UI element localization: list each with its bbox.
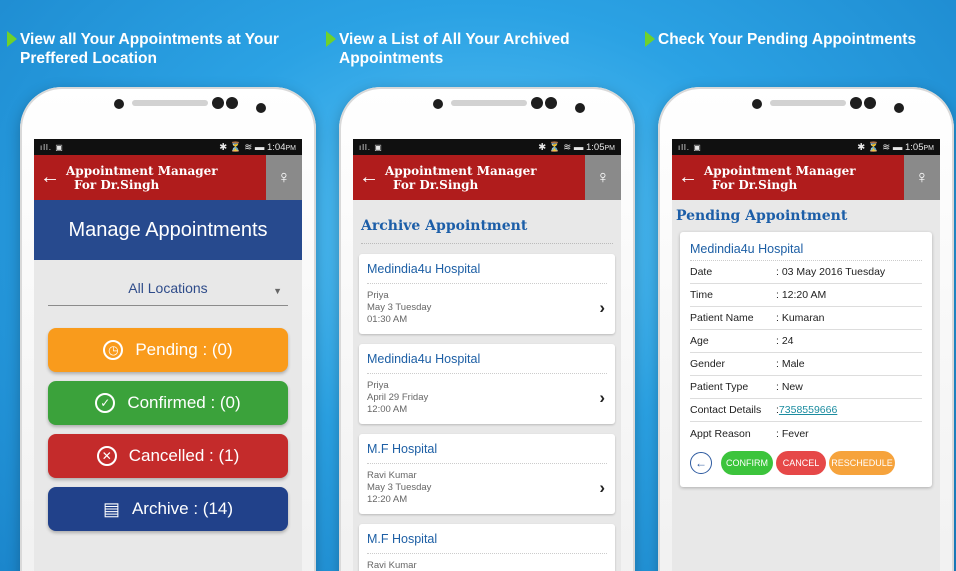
- action-bar: ← CONFIRM CANCEL RESCHEDULE: [690, 451, 922, 475]
- list-item[interactable]: M.F Hospital Ravi Kumar May 3 Tuesday 12…: [359, 434, 615, 514]
- status-bar: ıll. ▣ ✱ ⏳ ≋ ▬ 1:04PM: [34, 139, 302, 155]
- speaker-grill: [770, 100, 846, 106]
- chevron-down-icon: ▼: [273, 286, 282, 296]
- chevron-right-icon[interactable]: ›: [599, 478, 605, 498]
- user-icon[interactable]: ♀: [266, 155, 302, 200]
- list-item[interactable]: Medindia4u Hospital Priya April 29 Frida…: [359, 344, 615, 424]
- sensor-icon: [114, 99, 124, 109]
- hospital-name: Medindia4u Hospital: [690, 242, 922, 261]
- chevron-right-icon[interactable]: ›: [599, 388, 605, 408]
- app-title: Appointment Manager For Dr.Singh: [385, 163, 537, 192]
- phone-screen: ıll. ▣ ✱ ⏳ ≋ ▬ 1:05PM ← Appointment Mana…: [672, 139, 940, 571]
- phone-frame: ıll. ▣ ✱ ⏳ ≋ ▬ 1:05PM ← Appointment Mana…: [658, 87, 954, 571]
- app-title: Appointment Manager For Dr.Singh: [704, 163, 856, 192]
- user-icon[interactable]: ♀: [585, 155, 621, 200]
- status-bar: ıll. ▣ ✱ ⏳ ≋ ▬ 1:05PM: [672, 139, 940, 155]
- detail-row: Time: 12:20 AM: [690, 284, 922, 307]
- panel-caption: Check Your Pending Appointments: [645, 30, 948, 49]
- pending-button[interactable]: ◷ Pending : (0): [48, 328, 288, 372]
- camera-icon: [864, 97, 876, 109]
- panel-pending: Check Your Pending Appointments ıll. ▣ ✱…: [638, 0, 956, 571]
- detail-row: Patient Type: New: [690, 376, 922, 399]
- sensor-icon: [256, 103, 266, 113]
- speaker-grill: [132, 100, 208, 106]
- reschedule-button[interactable]: RESCHEDULE: [829, 451, 895, 475]
- phone-frame: ıll. ▣ ✱ ⏳ ≋ ▬ 1:04PM ← Appointment Mana…: [20, 87, 316, 571]
- detail-row: Patient Name: Kumaran: [690, 307, 922, 330]
- check-icon: ✓: [95, 393, 116, 413]
- signal-icon: ıll. ▣: [678, 142, 702, 152]
- camera-icon: [850, 97, 862, 109]
- detail-row: Date: 03 May 2016 Tuesday: [690, 261, 922, 284]
- panel-caption: View a List of All Your Archived Appoint…: [326, 30, 629, 68]
- signal-icon: ıll. ▣: [40, 142, 64, 152]
- user-icon[interactable]: ♀: [904, 155, 940, 200]
- app-bar: ← Appointment Manager For Dr.Singh ♀: [34, 155, 302, 200]
- back-circle-icon[interactable]: ←: [690, 452, 712, 474]
- page-title: Archive Appointment: [361, 218, 613, 244]
- camera-icon: [226, 97, 238, 109]
- camera-icon: [531, 97, 543, 109]
- panel-manage-appointments: View all Your Appointments at Your Preff…: [0, 0, 320, 571]
- page-title: Pending Appointment: [676, 208, 848, 224]
- status-time: ✱ ⏳ ≋ ▬ 1:05PM: [538, 141, 615, 153]
- sensor-icon: [433, 99, 443, 109]
- cancel-button[interactable]: CANCEL: [776, 451, 826, 475]
- page-title: Manage Appointments: [34, 200, 302, 260]
- cancelled-button[interactable]: ✕ Cancelled : (1): [48, 434, 288, 478]
- sensor-icon: [575, 103, 585, 113]
- back-arrow-icon[interactable]: ←: [34, 166, 66, 189]
- archive-button[interactable]: ▤ Archive : (14): [48, 487, 288, 531]
- sensor-icon: [894, 103, 904, 113]
- app-title: Appointment Manager For Dr.Singh: [66, 163, 218, 192]
- status-time: ✱ ⏳ ≋ ▬ 1:04PM: [219, 141, 296, 153]
- signal-icon: ıll. ▣: [359, 142, 383, 152]
- chevron-right-icon[interactable]: ›: [599, 298, 605, 318]
- detail-row: Contact Details : 7358559666: [690, 399, 922, 422]
- camera-icon: [545, 97, 557, 109]
- app-bar: ← Appointment Manager For Dr.Singh ♀: [672, 155, 940, 200]
- camera-icon: [212, 97, 224, 109]
- caption-arrow-icon: [645, 31, 655, 47]
- list-item[interactable]: M.F Hospital Ravi Kumar: [359, 524, 615, 571]
- phone-frame: ıll. ▣ ✱ ⏳ ≋ ▬ 1:05PM ← Appointment Mana…: [339, 87, 635, 571]
- x-icon: ✕: [96, 446, 117, 466]
- archive-icon: ▤: [102, 498, 120, 519]
- sensor-icon: [752, 99, 762, 109]
- detail-row: Appt Reason: Fever: [690, 427, 809, 440]
- location-value: All Locations: [128, 280, 208, 296]
- list-item[interactable]: Medindia4u Hospital Priya May 3 Tuesday …: [359, 254, 615, 334]
- caption-arrow-icon: [7, 31, 17, 47]
- status-time: ✱ ⏳ ≋ ▬ 1:05PM: [857, 141, 934, 153]
- panel-archive: View a List of All Your Archived Appoint…: [319, 0, 639, 571]
- back-arrow-icon[interactable]: ←: [353, 166, 385, 189]
- confirmed-button[interactable]: ✓ Confirmed : (0): [48, 381, 288, 425]
- speaker-grill: [451, 100, 527, 106]
- detail-row: Age: 24: [690, 330, 922, 353]
- phone-screen: ıll. ▣ ✱ ⏳ ≋ ▬ 1:04PM ← Appointment Mana…: [34, 139, 302, 571]
- panel-caption: View all Your Appointments at Your Preff…: [7, 30, 310, 68]
- status-bar: ıll. ▣ ✱ ⏳ ≋ ▬ 1:05PM: [353, 139, 621, 155]
- caption-arrow-icon: [326, 31, 336, 47]
- appointment-detail-card: Medindia4u Hospital Date: 03 May 2016 Tu…: [680, 232, 932, 487]
- clock-icon: ◷: [103, 340, 124, 360]
- app-bar: ← Appointment Manager For Dr.Singh ♀: [353, 155, 621, 200]
- confirm-button[interactable]: CONFIRM: [721, 451, 773, 475]
- back-arrow-icon[interactable]: ←: [672, 166, 704, 189]
- detail-row: Gender: Male: [690, 353, 922, 376]
- phone-screen: ıll. ▣ ✱ ⏳ ≋ ▬ 1:05PM ← Appointment Mana…: [353, 139, 621, 571]
- phone-link[interactable]: 7358559666: [779, 404, 837, 416]
- location-dropdown[interactable]: All Locations ▼: [48, 280, 288, 306]
